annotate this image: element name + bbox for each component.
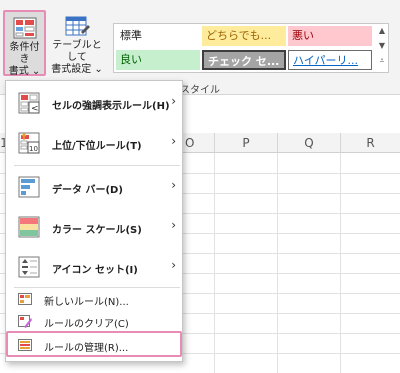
clear-rules-icon: [18, 314, 32, 328]
conditional-formatting-icon: [12, 16, 38, 40]
data-bars-icon: [18, 175, 42, 199]
format-as-table-line2: 書式設定 ⌄: [51, 64, 103, 75]
submenu-arrow-icon: ›: [171, 94, 176, 108]
gallery-scroll-down-icon[interactable]: ▼: [376, 41, 388, 50]
style-hyperlink[interactable]: ハイパーリ...: [288, 50, 372, 70]
menu-item-icon-sets[interactable]: アイコン セット(I) ›: [6, 247, 182, 287]
column-header-q[interactable]: Q: [277, 133, 340, 153]
menu-item-top-bottom-rules[interactable]: 10 上位/下位ルール(T) ›: [6, 123, 182, 163]
svg-text:10: 10: [29, 145, 38, 153]
gallery-more-icon[interactable]: ⩡: [376, 56, 388, 66]
style-neutral[interactable]: どちらでも...: [202, 26, 286, 46]
submenu-arrow-icon: ›: [171, 258, 176, 272]
menu-item-label: アイコン セット(I): [52, 265, 138, 276]
manage-rules-icon: [18, 338, 32, 352]
svg-text:<: <: [31, 104, 39, 114]
menu-item-new-rule[interactable]: 新しいルール(N)...: [6, 289, 182, 309]
column-header-o[interactable]: O: [183, 133, 213, 153]
conditional-formatting-button[interactable]: 条件付き 書式 ⌄: [3, 10, 46, 78]
menu-item-manage-rules[interactable]: ルールの管理(R)...: [6, 331, 182, 357]
new-rule-icon: [18, 292, 32, 306]
format-as-table-icon: [64, 14, 90, 38]
top-bottom-icon: 10: [18, 131, 42, 155]
color-scales-icon: [18, 215, 42, 239]
submenu-arrow-icon: ›: [171, 218, 176, 232]
cf-label-line1: 条件付き: [9, 42, 40, 65]
menu-item-label: セルの強調表示ルール(H): [52, 101, 170, 112]
menu-item-highlight-cells-rules[interactable]: < セルの強調表示ルール(H) ›: [6, 83, 182, 123]
submenu-arrow-icon: ›: [171, 178, 176, 192]
cf-label-line2-wrap: 書式 ⌄: [5, 66, 44, 78]
styles-group-label: スタイル: [180, 85, 220, 96]
highlight-cells-icon: <: [18, 91, 42, 115]
cf-label-line2: 書式: [8, 66, 29, 77]
gallery-scroll-up-icon[interactable]: ▲: [376, 26, 388, 35]
style-bad[interactable]: 悪い: [288, 26, 372, 46]
column-header-r[interactable]: R: [340, 133, 400, 153]
menu-item-label: ルールの管理(R)...: [44, 343, 129, 354]
style-normal[interactable]: 標準: [116, 26, 200, 46]
icon-sets-icon: [18, 255, 42, 279]
cell-styles-gallery: 標準 どちらでも... 悪い 良い チェック セ... ハイパーリ... ▲ ▼…: [113, 23, 389, 73]
gridline: [214, 153, 215, 373]
style-check-cell[interactable]: チェック セ...: [202, 50, 286, 70]
gridline: [277, 153, 278, 373]
column-header-p[interactable]: P: [214, 133, 277, 153]
menu-item-label: データ バー(D): [52, 185, 123, 196]
chevron-down-icon: ⌄: [31, 66, 41, 77]
conditional-formatting-menu: < セルの強調表示ルール(H) › 10 上位/下位ルール(T) › データ バ…: [5, 80, 183, 362]
format-as-table-button[interactable]: テーブルとして 書式設定 ⌄: [48, 10, 106, 76]
menu-item-data-bars[interactable]: データ バー(D) ›: [6, 167, 182, 207]
submenu-arrow-icon: ›: [171, 134, 176, 148]
format-as-table-line1: テーブルとして: [52, 40, 102, 63]
gridline: [340, 153, 341, 373]
menu-separator: [14, 165, 180, 166]
style-good[interactable]: 良い: [116, 50, 200, 70]
menu-item-label: 新しいルール(N)...: [44, 297, 129, 308]
menu-separator: [14, 287, 180, 288]
menu-item-label: カラー スケール(S): [52, 225, 142, 236]
menu-item-clear-rules[interactable]: ルールのクリア(C): [6, 311, 182, 331]
menu-item-label: 上位/下位ルール(T): [52, 141, 142, 152]
menu-item-color-scales[interactable]: カラー スケール(S) ›: [6, 207, 182, 247]
menu-item-label: ルールのクリア(C): [44, 319, 129, 330]
